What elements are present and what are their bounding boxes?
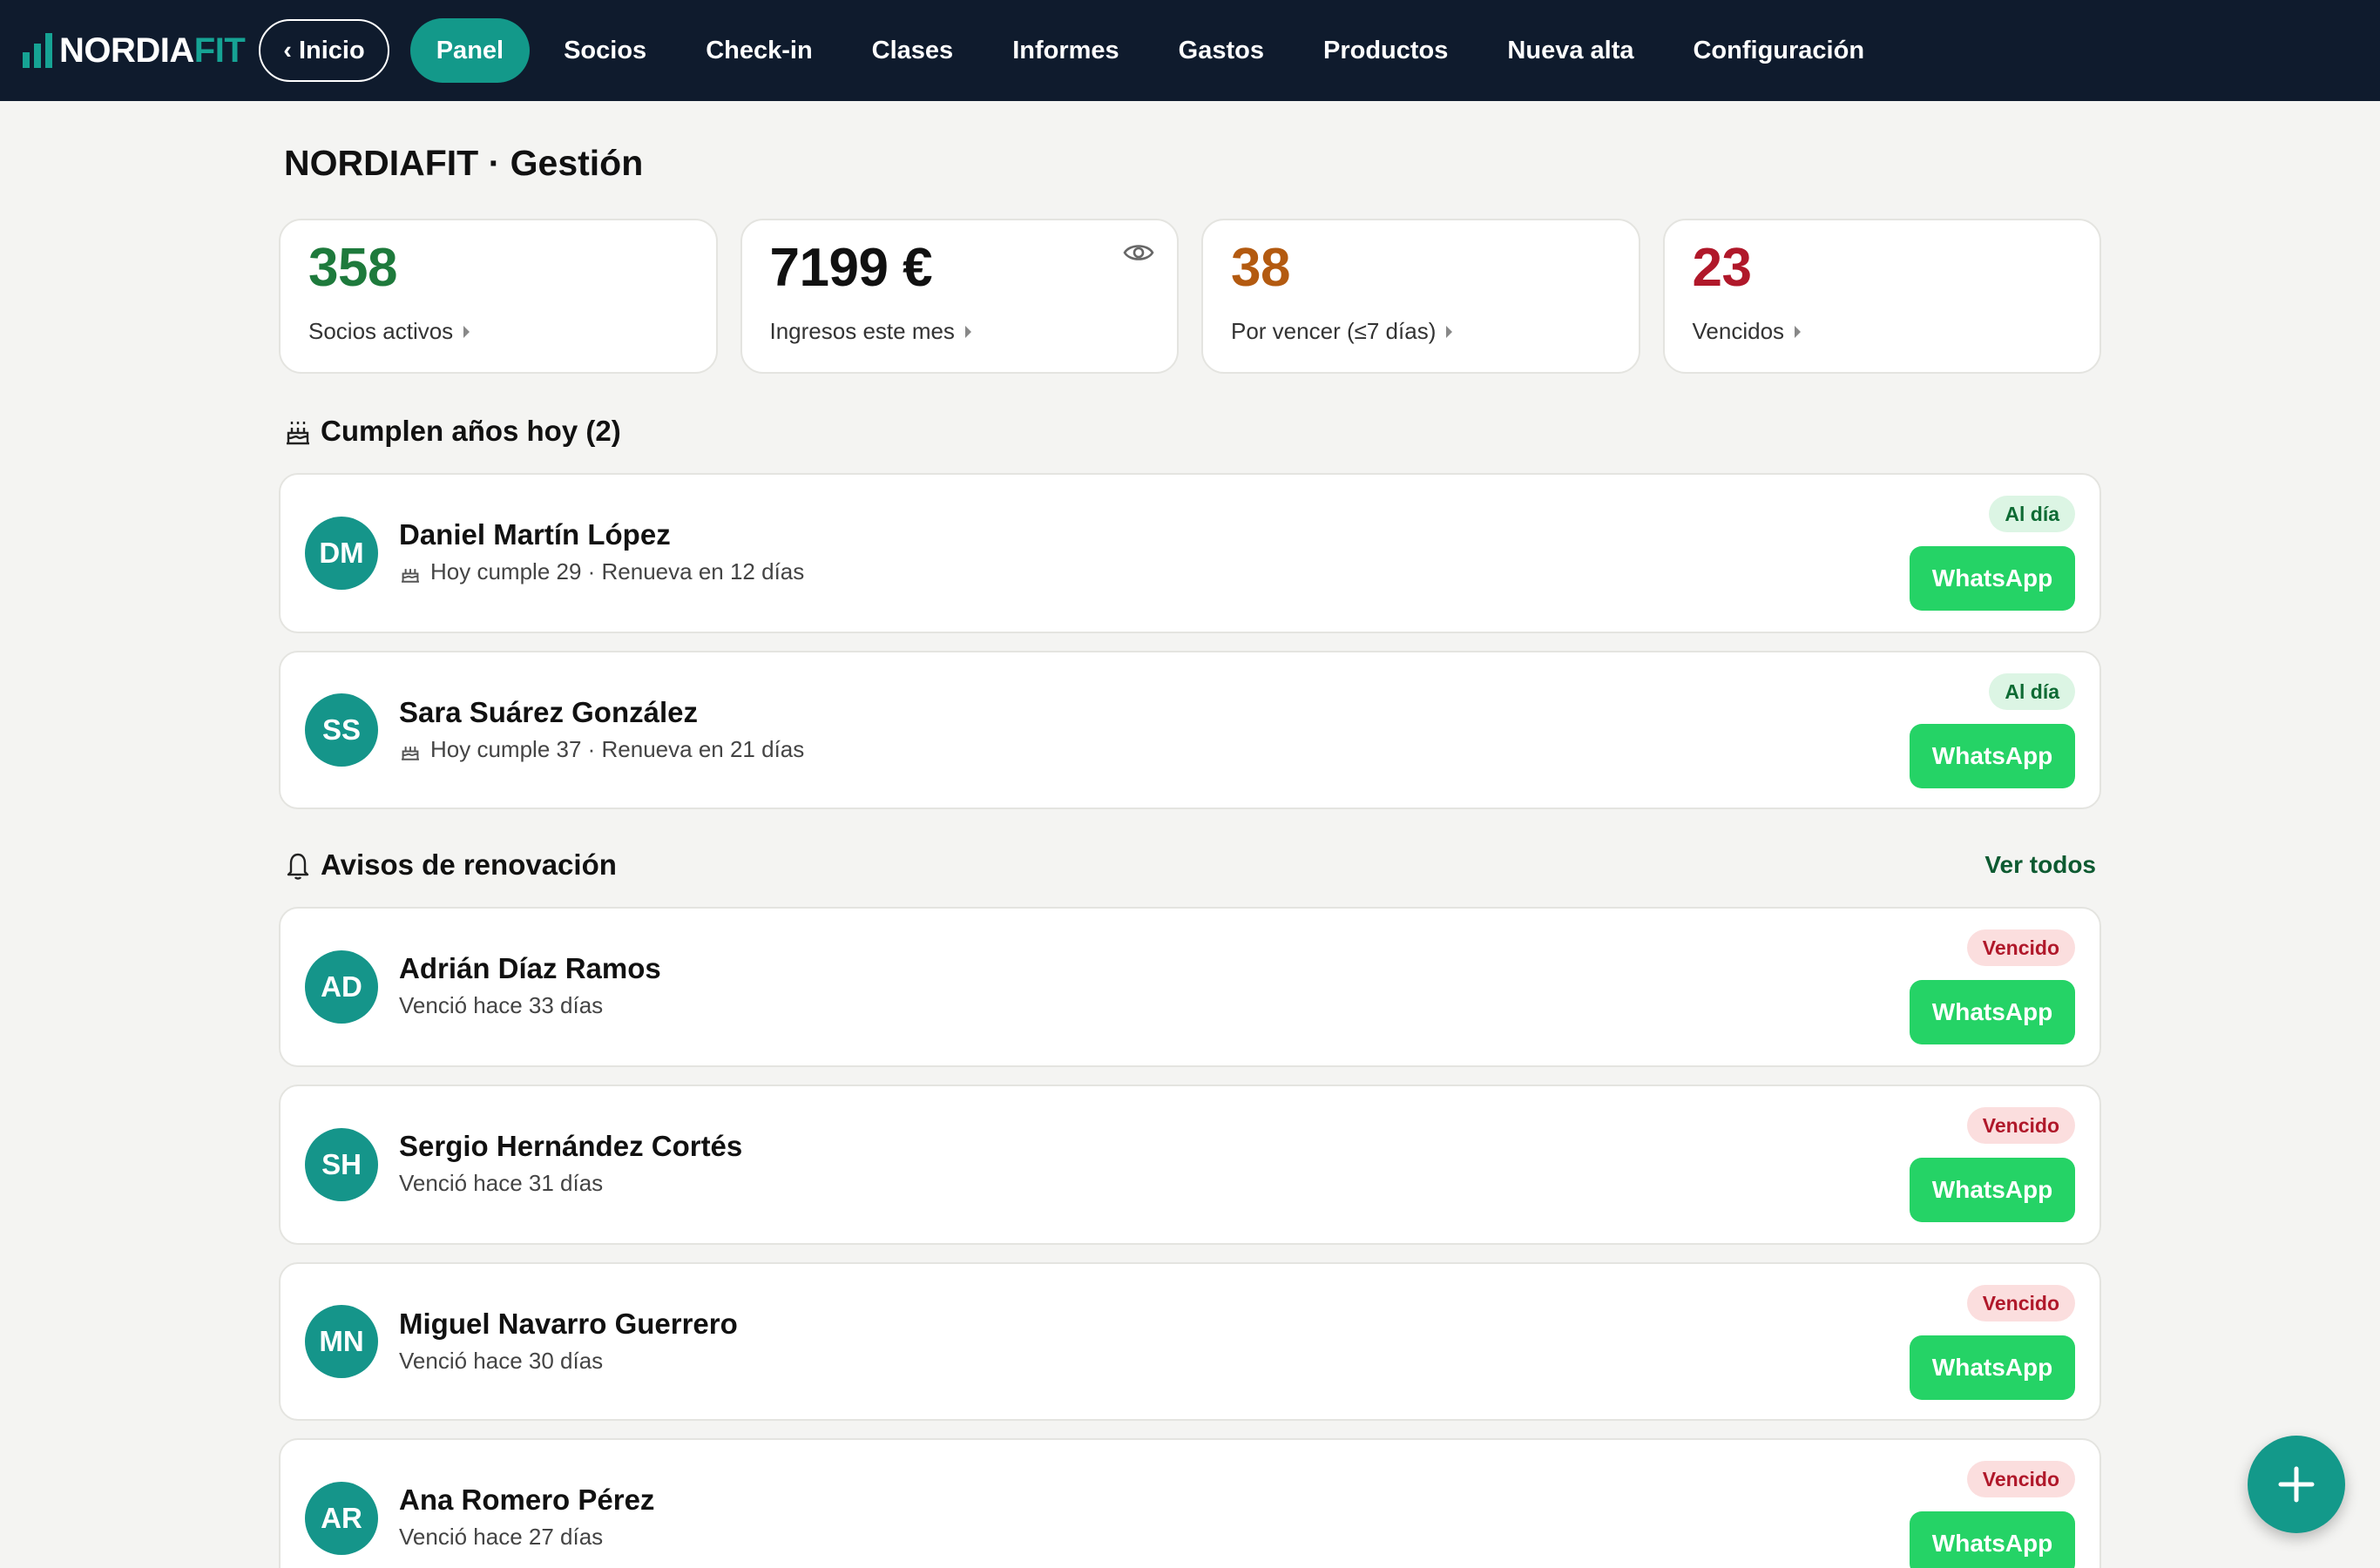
stat-label: Ingresos este mes: [770, 318, 1178, 345]
whatsapp-button[interactable]: WhatsApp: [1910, 1158, 2075, 1222]
member-detail: Venció hace 31 días: [399, 1170, 604, 1196]
member-name: Sara Suárez González: [399, 696, 698, 728]
member-name: Sergio Hernández Cortés: [399, 1130, 743, 1162]
nav-socios[interactable]: Socios: [538, 18, 672, 83]
member-name: Miguel Navarro Guerrero: [399, 1308, 738, 1340]
avatar: SH: [305, 1128, 378, 1201]
nav-nueva-alta[interactable]: Nueva alta: [1482, 18, 1659, 83]
cake-icon: [402, 568, 419, 583]
stat-label: Vencidos: [1693, 318, 2100, 345]
renewal-card[interactable]: AD Adrián Díaz Ramos Venció hace 33 días…: [279, 907, 2101, 1067]
nav-clases[interactable]: Clases: [847, 18, 979, 83]
whatsapp-button[interactable]: WhatsApp: [1910, 980, 2075, 1044]
stat-card-vencidos[interactable]: 23 Vencidos: [1662, 219, 2101, 374]
avatar: SS: [305, 693, 378, 767]
renewal-card[interactable]: SH Sergio Hernández Cortés Venció hace 3…: [279, 1085, 2101, 1245]
caret-right-icon: [964, 325, 971, 338]
caret-right-icon: [1795, 325, 1802, 338]
stat-value: 23: [1692, 238, 1752, 298]
top-nav: NORDIAFIT ‹ Inicio Panel Socios Check-in…: [0, 0, 2380, 101]
avatar: AR: [305, 1482, 378, 1555]
logo[interactable]: NORDIAFIT: [23, 30, 246, 71]
nav-configuracion[interactable]: Configuración: [1667, 18, 1890, 83]
member-detail: Venció hace 33 días: [399, 992, 604, 1018]
stat-label: Socios activos: [308, 318, 716, 345]
stat-value: 38: [1231, 238, 1290, 298]
stat-value: 358: [308, 238, 397, 298]
member-detail: Venció hace 27 días: [399, 1524, 604, 1550]
whatsapp-button[interactable]: WhatsApp: [1910, 546, 2075, 611]
page-title: NORDIAFIT · Gestión: [284, 143, 644, 183]
avatar: AD: [305, 950, 378, 1024]
whatsapp-button[interactable]: WhatsApp: [1910, 1511, 2075, 1568]
birthday-card[interactable]: SS Sara Suárez González Hoy cumple 37 · …: [279, 651, 2101, 809]
status-badge: Vencido: [1966, 1107, 2075, 1144]
caret-right-icon: [1446, 325, 1453, 338]
status-badge: Al día: [1989, 496, 2075, 532]
see-all-link[interactable]: Ver todos: [1984, 851, 2096, 879]
status-badge: Al día: [1989, 673, 2075, 710]
nav-gastos[interactable]: Gastos: [1153, 18, 1289, 83]
bar-chart-logo-icon: [23, 33, 52, 68]
birthdays-heading: Cumplen años hoy (2): [284, 415, 621, 448]
stats-row: 358 Socios activos 7199 € Ingresos este …: [279, 219, 2101, 374]
back-home-button[interactable]: ‹ Inicio: [259, 19, 389, 82]
member-name: Ana Romero Pérez: [399, 1484, 655, 1516]
avatar: DM: [305, 517, 378, 590]
add-fab-button[interactable]: [2248, 1436, 2345, 1533]
cake-icon: [402, 746, 419, 760]
renewal-card[interactable]: MN Miguel Navarro Guerrero Venció hace 3…: [279, 1262, 2101, 1421]
member-detail: Hoy cumple 37 · Renueva en 21 días: [399, 736, 804, 763]
birthday-card[interactable]: DM Daniel Martín López Hoy cumple 29 · R…: [279, 473, 2101, 633]
avatar: MN: [305, 1305, 378, 1378]
status-badge: Vencido: [1966, 929, 2075, 966]
cake-icon: [287, 422, 309, 445]
whatsapp-button[interactable]: WhatsApp: [1910, 724, 2075, 788]
stat-card-ingresos[interactable]: 7199 € Ingresos este mes: [740, 219, 1179, 374]
whatsapp-button[interactable]: WhatsApp: [1910, 1335, 2075, 1400]
nav-productos[interactable]: Productos: [1298, 18, 1473, 83]
stat-card-socios-activos[interactable]: 358 Socios activos: [279, 219, 718, 374]
renewals-heading: Avisos de renovación: [284, 848, 617, 882]
status-badge: Vencido: [1966, 1461, 2075, 1497]
status-badge: Vencido: [1966, 1285, 2075, 1321]
nav-panel[interactable]: Panel: [409, 18, 531, 83]
member-name: Adrián Díaz Ramos: [399, 952, 661, 984]
logo-text: NORDIAFIT: [59, 30, 246, 70]
member-detail: Hoy cumple 29 · Renueva en 12 días: [399, 558, 804, 585]
nav-check-in[interactable]: Check-in: [680, 18, 837, 83]
member-name: Daniel Martín López: [399, 518, 671, 551]
stat-label: Por vencer (≤7 días): [1231, 318, 1639, 345]
caret-right-icon: [463, 325, 470, 338]
plus-icon: [2278, 1466, 2315, 1503]
renewal-card[interactable]: AR Ana Romero Pérez Venció hace 27 días …: [279, 1438, 2101, 1568]
nav-informes[interactable]: Informes: [987, 18, 1144, 83]
stat-value: 7199 €: [769, 238, 933, 298]
bell-icon: [287, 853, 309, 880]
stat-card-por-vencer[interactable]: 38 Por vencer (≤7 días): [1201, 219, 1640, 374]
member-detail: Venció hace 30 días: [399, 1348, 604, 1374]
eye-icon[interactable]: [1123, 241, 1154, 264]
